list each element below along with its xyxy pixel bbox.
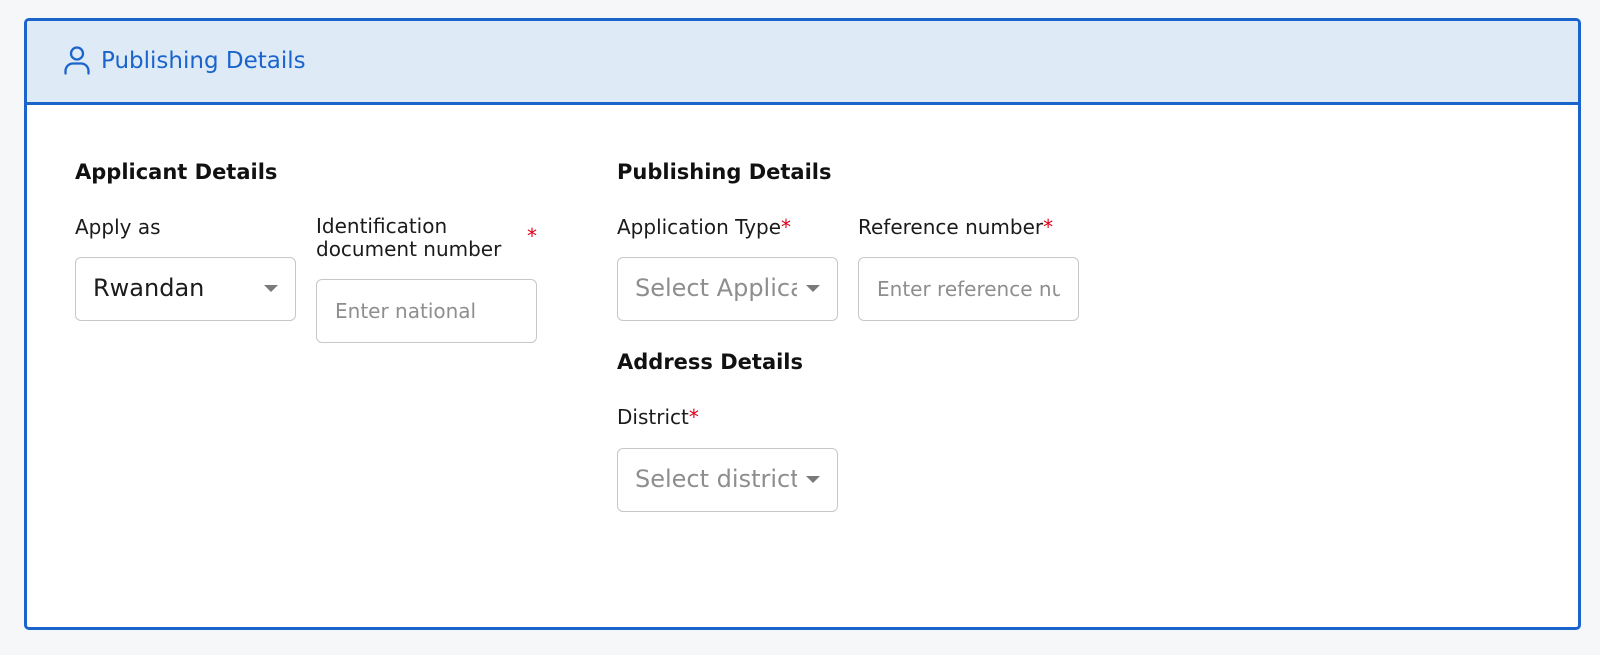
required-asterisk: *: [688, 405, 699, 429]
district-select[interactable]: Select district: [617, 448, 838, 512]
chevron-down-icon: [806, 285, 820, 292]
district-label: District*: [617, 405, 699, 429]
required-asterisk: *: [781, 215, 792, 239]
required-asterisk: *: [1043, 215, 1054, 239]
card-title: Publishing Details: [101, 48, 306, 74]
publishing-details-card: Publishing Details Applicant Details App…: [24, 18, 1581, 630]
apply-as-select[interactable]: Rwandan: [75, 257, 296, 321]
district-label-text: District: [617, 405, 689, 429]
applicant-details-heading: Applicant Details: [75, 160, 278, 184]
application-type-placeholder: Select Applica: [635, 274, 797, 302]
user-icon: [63, 45, 91, 75]
required-asterisk: *: [527, 224, 537, 248]
application-type-select[interactable]: Select Applica: [617, 257, 838, 321]
identification-number-field[interactable]: [316, 279, 537, 343]
apply-as-label: Apply as: [75, 215, 161, 239]
chevron-down-icon: [264, 285, 278, 292]
card-header: Publishing Details: [27, 21, 1578, 105]
apply-as-value: Rwandan: [93, 274, 205, 302]
identification-number-input[interactable]: [317, 280, 536, 342]
application-type-label-text: Application Type: [617, 215, 782, 239]
publishing-details-heading: Publishing Details: [617, 160, 832, 184]
address-details-heading: Address Details: [617, 350, 804, 374]
application-type-label: Application Type*: [617, 215, 791, 239]
reference-number-field[interactable]: [858, 257, 1079, 321]
reference-number-label: Reference number*: [858, 215, 1053, 239]
district-placeholder: Select district: [635, 465, 797, 493]
identification-number-label: Identification document number: [316, 214, 502, 261]
chevron-down-icon: [806, 476, 820, 483]
reference-number-input[interactable]: [859, 258, 1078, 320]
reference-number-label-text: Reference number: [858, 215, 1044, 239]
